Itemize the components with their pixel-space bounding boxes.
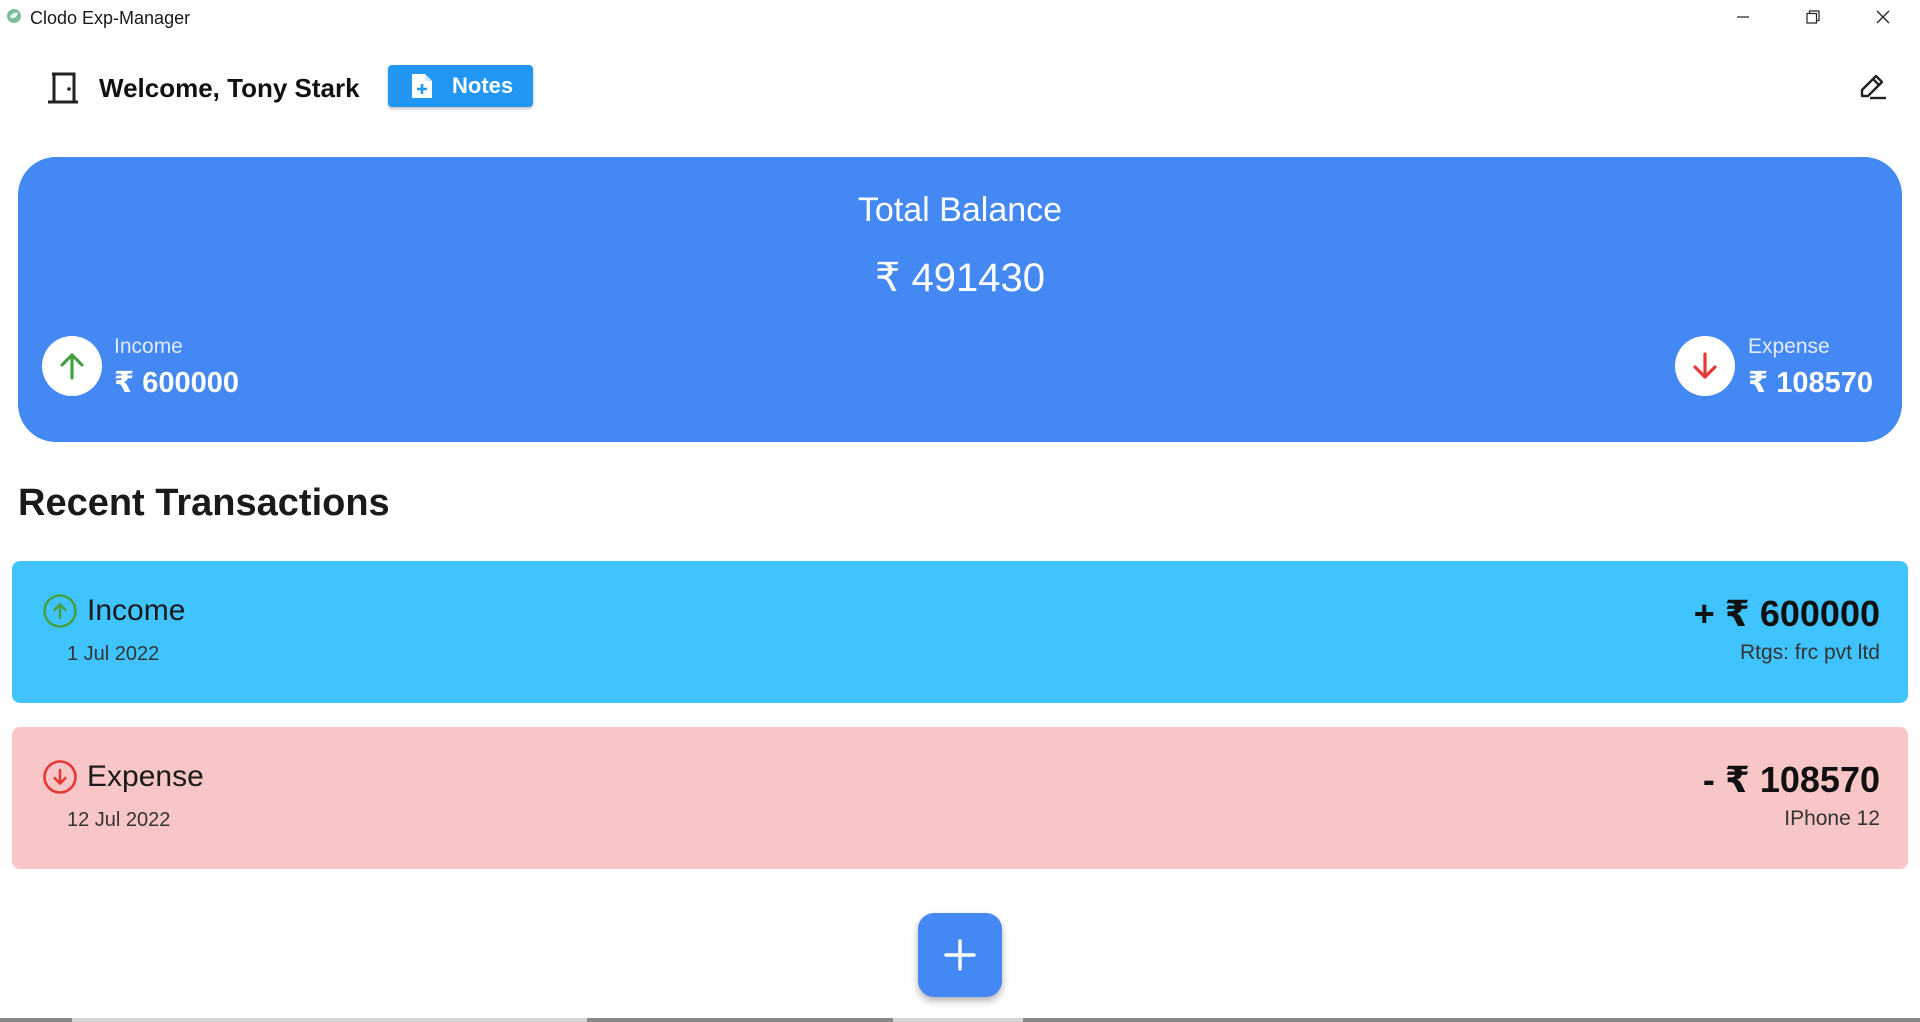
bottom-edge-segment <box>72 1018 587 1022</box>
welcome-text: Welcome, Tony Stark <box>99 73 360 103</box>
recent-transactions-heading: Recent Transactions <box>18 482 390 524</box>
transaction-item-expense[interactable]: Expense 12 Jul 2022 - ₹ 108570 IPhone 12 <box>12 727 1908 869</box>
arrow-circle-down-icon <box>43 760 77 794</box>
notes-button-label: Notes <box>452 73 514 98</box>
edit-pen-icon[interactable] <box>1856 70 1888 102</box>
restore-button[interactable] <box>1778 0 1848 34</box>
close-button[interactable] <box>1848 0 1918 34</box>
transaction-note: Rtgs: frc pvt ltd <box>1739 641 1880 664</box>
add-transaction-button[interactable] <box>918 913 1002 997</box>
restore-icon <box>1806 10 1820 24</box>
income-indicator <box>42 336 102 396</box>
arrow-down-icon <box>1693 352 1717 379</box>
close-icon <box>1876 10 1890 24</box>
transaction-amount: - ₹ 108570 <box>1702 759 1880 800</box>
minimize-button[interactable] <box>1708 0 1778 34</box>
plus-icon <box>944 939 976 971</box>
total-balance-label: Total Balance <box>857 191 1063 229</box>
transaction-type: Expense <box>87 760 204 793</box>
arrow-up-icon <box>60 353 84 380</box>
income-value: ₹ 600000 <box>114 367 240 399</box>
transaction-item-income[interactable]: Income 1 Jul 2022 + ₹ 600000 Rtgs: frc p… <box>12 561 1908 703</box>
window-title: Clodo Exp-Manager <box>30 8 191 28</box>
app-logo-icon <box>7 9 21 23</box>
bottom-edge-segment <box>893 1018 1023 1022</box>
transaction-date: 12 Jul 2022 <box>67 809 171 831</box>
total-balance-value: ₹ 491430 <box>874 256 1046 300</box>
logout-door-icon[interactable] <box>44 68 84 108</box>
balance-card: Total Balance ₹ 491430 Income ₹ 600000 E… <box>18 157 1902 442</box>
income-label: Income <box>114 335 183 358</box>
app-header: Welcome, Tony Stark Notes <box>0 48 1920 128</box>
transaction-note: IPhone 12 <box>1784 807 1880 830</box>
bottom-edge <box>0 1018 1920 1022</box>
expense-indicator <box>1675 336 1735 396</box>
transaction-date: 1 Jul 2022 <box>67 643 160 665</box>
title-bar: Clodo Exp-Manager <box>0 0 1920 34</box>
transaction-amount: + ₹ 600000 <box>1693 593 1880 634</box>
transaction-type: Income <box>87 594 186 627</box>
note-add-icon <box>412 74 432 98</box>
notes-button[interactable]: Notes <box>388 65 533 107</box>
minimize-icon <box>1737 16 1749 18</box>
expense-value: ₹ 108570 <box>1748 367 1874 399</box>
arrow-circle-up-icon <box>43 594 77 628</box>
expense-label: Expense <box>1748 335 1830 358</box>
